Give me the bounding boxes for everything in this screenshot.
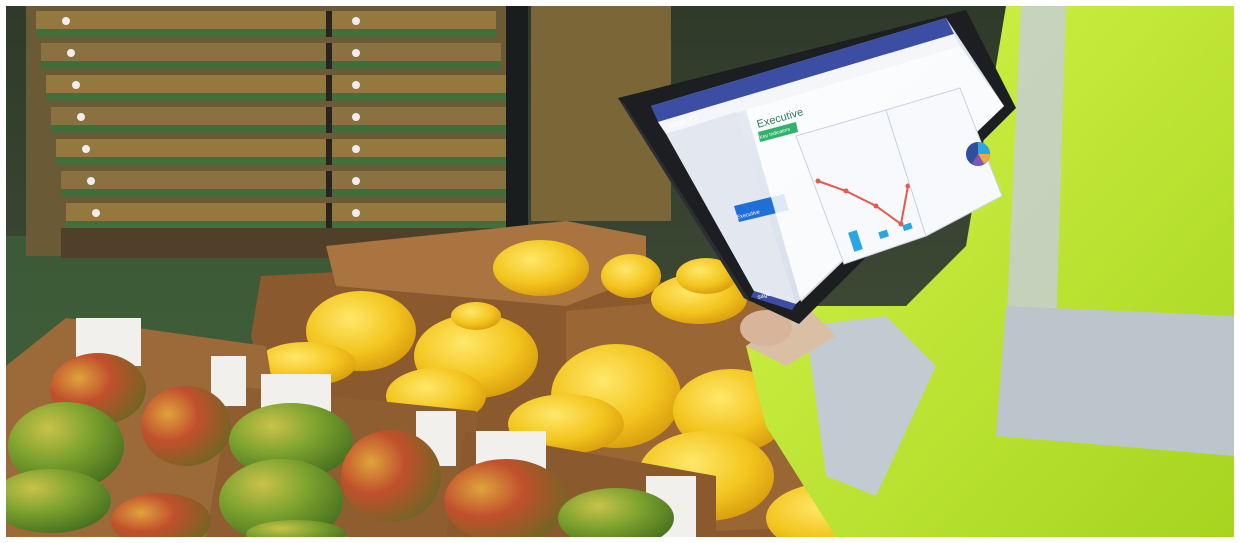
photo-frame: sage X3 Executive Key Indicators Executi… bbox=[6, 6, 1234, 537]
background-crates bbox=[26, 6, 671, 258]
warehouse-photo: sage X3 Executive Key Indicators Executi… bbox=[6, 6, 1234, 537]
